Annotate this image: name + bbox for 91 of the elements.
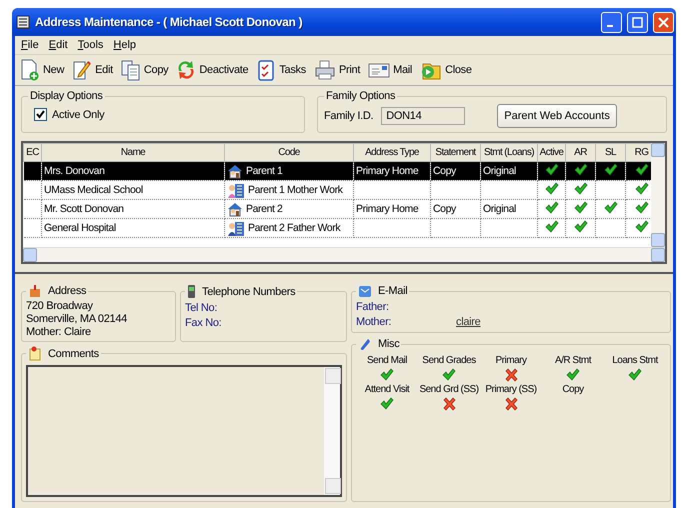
- toolbar-button[interactable]: Copy: [118, 58, 172, 82]
- horizontal-scrollbar[interactable]: [23, 247, 665, 262]
- column-header[interactable]: Name: [42, 144, 224, 162]
- table-cell: Mr. Scott Donovan: [44, 203, 124, 215]
- field-label: Tel No:: [185, 301, 218, 316]
- table-cell: Parent 2 Father Work: [248, 222, 340, 234]
- table-cell: UMass Medical School: [44, 184, 143, 196]
- group-title: Family Options: [325, 90, 396, 102]
- column-header[interactable]: AR: [566, 144, 596, 162]
- group-title: Display Options: [29, 90, 104, 102]
- toolbar-button[interactable]: Mail: [365, 58, 416, 82]
- table-row[interactable]: Mrs. Donovan Parent 1 Primary Home Copy Original: [24, 162, 651, 180]
- misc-label: Loans Stmt: [612, 355, 658, 366]
- table-cell: Copy: [433, 203, 456, 215]
- toolbar-button[interactable]: New: [17, 58, 68, 82]
- group-title: Address: [48, 285, 86, 297]
- printer-icon: [314, 59, 336, 81]
- column-header[interactable]: EC: [24, 144, 42, 162]
- misc-label: Send Mail: [367, 355, 407, 366]
- comments-field[interactable]: [26, 365, 342, 497]
- table-cell: Copy: [433, 165, 456, 177]
- table-cell: General Hospital: [44, 222, 116, 234]
- misc-label: Primary (SS): [485, 384, 537, 395]
- toolbar-button[interactable]: Close: [417, 58, 475, 82]
- column-header[interactable]: RG: [626, 144, 651, 162]
- checklist-icon: [256, 59, 276, 81]
- email-link[interactable]: claire: [456, 315, 480, 330]
- table-cell: Mrs. Donovan: [44, 165, 105, 177]
- maximize-button[interactable]: [627, 12, 648, 32]
- person-building-icon: [227, 220, 245, 236]
- family-id-field[interactable]: DON14: [381, 107, 466, 125]
- menu-item[interactable]: File: [18, 39, 42, 51]
- column-header[interactable]: Address Type: [354, 144, 430, 162]
- copy-icon: [120, 59, 141, 81]
- misc-label: Send Grd (SS): [419, 384, 479, 395]
- misc-label: Send Grades: [422, 355, 476, 366]
- field-label: Father:: [356, 300, 390, 315]
- misc-label: A/R Stmt: [554, 355, 591, 366]
- person-building-icon: [227, 182, 245, 198]
- menu-item[interactable]: Edit: [46, 39, 71, 51]
- toolbar-button[interactable]: Tasks: [253, 58, 309, 82]
- address-line: Mother: Claire: [26, 326, 92, 339]
- address-line: Somerville, MA 02144: [26, 313, 128, 326]
- close-button[interactable]: [653, 12, 674, 32]
- checkbox-label: Active Only: [52, 108, 104, 120]
- phone-icon: [187, 284, 196, 299]
- group-title: Misc: [378, 338, 400, 350]
- email-icon: [358, 284, 372, 298]
- group-title: E-Mail: [378, 285, 408, 297]
- toolbar-button[interactable]: Deactivate: [173, 58, 252, 82]
- minimize-icon: [607, 24, 613, 26]
- misc-label: Copy: [562, 384, 584, 395]
- field-label: Mother:: [356, 315, 392, 330]
- group-title: Comments: [48, 348, 99, 360]
- table-cell: Original: [483, 203, 516, 215]
- toolbar-button[interactable]: Print: [310, 58, 364, 82]
- close-icon: [658, 16, 669, 28]
- table-cell: Parent 2: [246, 203, 282, 215]
- menu-item[interactable]: Tools: [74, 39, 106, 51]
- field-label: Family I.D.: [324, 110, 374, 122]
- house-person-icon: [227, 202, 243, 216]
- misc-label: Primary: [496, 355, 526, 366]
- parent-web-accounts-button[interactable]: Parent Web Accounts: [497, 104, 617, 128]
- minimize-button[interactable]: [601, 12, 622, 32]
- note-icon: [28, 346, 42, 361]
- table-cell: Primary Home: [356, 165, 418, 177]
- house-person-icon: [227, 164, 243, 178]
- mailbox-icon: [28, 284, 42, 298]
- window-title: Address Maintenance - ( Michael Scott Donovan ): [35, 15, 304, 29]
- table-cell: Primary Home: [356, 203, 418, 215]
- table-cell: Parent 1 Mother Work: [248, 184, 343, 196]
- column-header[interactable]: SL: [596, 144, 626, 162]
- app-icon: [16, 15, 30, 29]
- address-line: 720 Broadway: [26, 300, 94, 313]
- column-header[interactable]: Statement: [430, 144, 480, 162]
- column-header[interactable]: Stmt (Loans): [480, 144, 538, 162]
- vertical-scrollbar[interactable]: [651, 143, 665, 247]
- field-label: Fax No:: [185, 316, 222, 331]
- column-header[interactable]: Active: [538, 144, 566, 162]
- new-document-icon: [20, 59, 40, 81]
- menu-item[interactable]: Help: [110, 39, 140, 51]
- pencil-document-icon: [72, 59, 92, 81]
- column-header[interactable]: Code: [224, 144, 354, 162]
- group-title: Telephone Numbers: [202, 286, 296, 298]
- maximize-icon: [632, 16, 643, 28]
- toolbar-button[interactable]: Edit: [69, 58, 116, 82]
- checkbox[interactable]: [34, 108, 47, 121]
- table-cell: Original: [483, 165, 516, 177]
- circular-arrows-icon: [176, 59, 196, 81]
- misc-label: Attend Visit: [364, 384, 410, 395]
- table-cell: Parent 1: [246, 165, 282, 177]
